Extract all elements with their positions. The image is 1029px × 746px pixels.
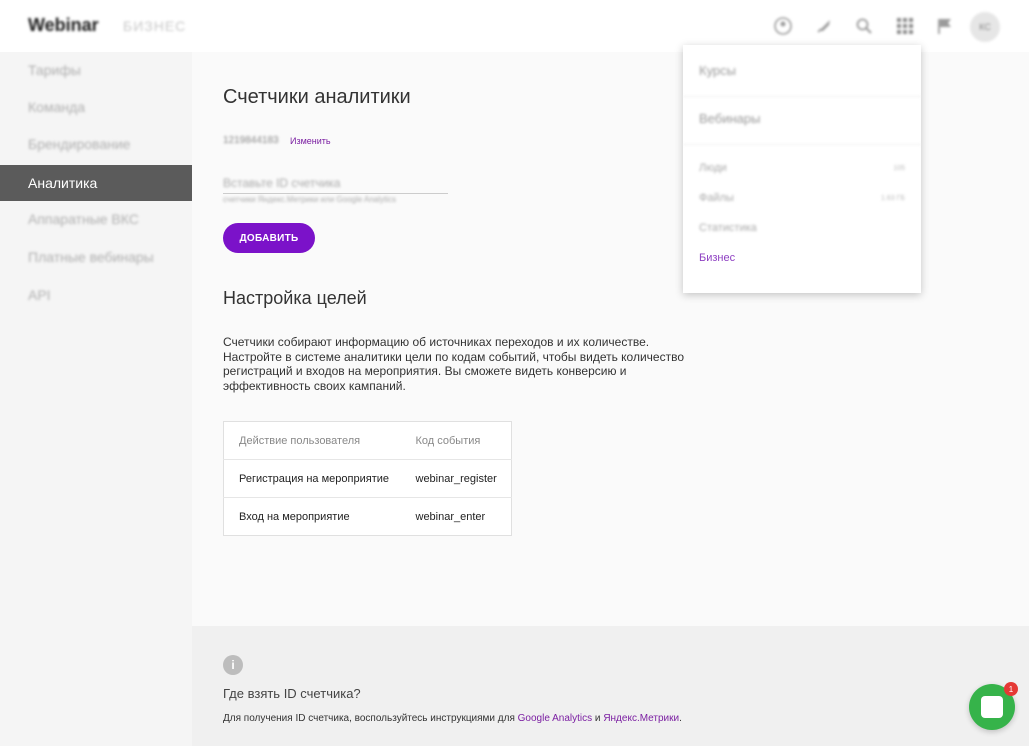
menu-divider [683, 144, 921, 145]
menu-item-people[interactable]: Люди [699, 162, 727, 174]
user-circle-icon[interactable] [773, 16, 793, 36]
help-text-start: Для получения ID счетчика, воспользуйтес… [223, 713, 518, 724]
menu-item-webinars[interactable]: Вебинары [699, 111, 760, 126]
apps-dropdown-menu: Курсы Вебинары Люди 105 Файлы 1.63 ГБ Ст… [683, 45, 921, 293]
sidebar: Тарифы Команда Брендирование Аналитика А… [0, 52, 192, 746]
people-count: 105 [893, 165, 905, 172]
table-cell-code: webinar_register [400, 459, 512, 498]
flag-icon[interactable] [935, 16, 955, 36]
chat-notification-badge: 1 [1004, 682, 1018, 696]
search-icon[interactable] [854, 16, 874, 36]
menu-item-courses[interactable]: Курсы [699, 63, 736, 78]
help-text: Для получения ID счетчика, воспользуйтес… [223, 712, 683, 725]
files-size: 1.63 ГБ [881, 195, 905, 202]
sidebar-item-analytics[interactable]: Аналитика [0, 165, 192, 201]
event-codes-table: Действие пользователя Код события Регист… [223, 421, 512, 536]
goals-description: Счетчики собирают информацию об источник… [223, 335, 685, 393]
change-counter-link[interactable]: Изменить [290, 136, 331, 146]
rocket-icon[interactable] [814, 16, 834, 36]
menu-item-business[interactable]: Бизнес [699, 252, 735, 264]
menu-item-statistics[interactable]: Статистика [699, 222, 757, 234]
sidebar-item-tariffs[interactable]: Тарифы [0, 52, 192, 88]
add-counter-button[interactable]: ДОБАВИТЬ [223, 223, 315, 253]
column-header-action: Действие пользователя [223, 421, 401, 460]
help-text-mid: и [592, 713, 604, 724]
column-header-code: Код события [400, 421, 512, 460]
table-cell-action: Вход на мероприятие [239, 510, 350, 523]
table-cell-code: webinar_enter [415, 510, 486, 523]
sidebar-item-hardware-vcs[interactable]: Аппаратные ВКС [0, 201, 192, 237]
logo[interactable]: Webinar [28, 15, 99, 36]
logo-subtitle: БИЗНЕС [123, 18, 187, 34]
menu-divider [683, 96, 921, 97]
chat-bubble-icon [981, 696, 1003, 718]
sidebar-item-branding[interactable]: Брендирование [0, 126, 192, 162]
yandex-metrika-link[interactable]: Яндекс.Метрики [603, 713, 679, 724]
sidebar-item-paid-webinars[interactable]: Платные вебинары [0, 239, 192, 275]
counter-id-field [223, 173, 448, 194]
apps-grid-icon[interactable] [895, 16, 915, 36]
goals-title: Настройка целей [223, 288, 367, 308]
analytics-title: Счетчики аналитики [223, 86, 411, 108]
help-footer: i Где взять ID счетчика? Для получения I… [192, 626, 1029, 746]
table-row: Вход на мероприятие webinar_enter [224, 498, 512, 536]
avatar[interactable]: КС [970, 12, 1000, 42]
info-icon: i [223, 655, 243, 675]
help-title: Где взять ID счетчика? [223, 686, 361, 701]
menu-item-files[interactable]: Файлы [699, 192, 734, 204]
counter-id-input[interactable] [223, 173, 448, 193]
counter-id-value: 1219844183 [223, 135, 279, 146]
sidebar-item-team[interactable]: Команда [0, 89, 192, 125]
sidebar-item-api[interactable]: API [0, 277, 192, 313]
google-analytics-link[interactable]: Google Analytics [518, 713, 593, 724]
table-header-row: Действие пользователя Код события [223, 421, 512, 460]
table-cell-action: Регистрация на мероприятие [223, 459, 401, 498]
help-text-end: . [679, 713, 682, 724]
counter-input-hint: счетчики Яндекс.Метрики или Google Analy… [223, 195, 397, 204]
table-row: Регистрация на мероприятие webinar_regis… [223, 459, 512, 498]
